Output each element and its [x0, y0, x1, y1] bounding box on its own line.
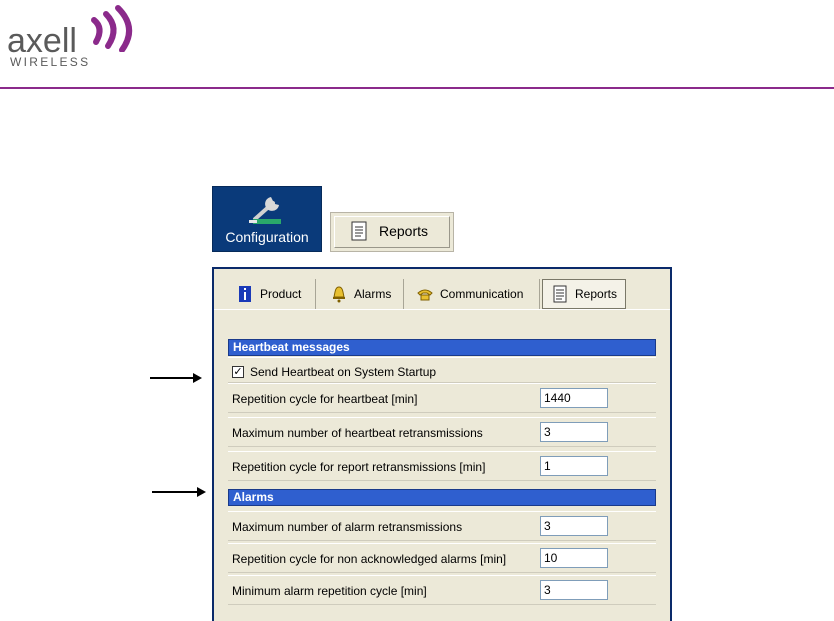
heartbeat-cycle-label: Repetition cycle for heartbeat [min]	[232, 392, 418, 406]
header-divider	[0, 87, 834, 89]
alarm-retransmissions-label: Maximum number of alarm retransmissions	[232, 520, 463, 534]
logo-mark-icon	[91, 5, 132, 52]
tab-strip: Product Alarms Communication Reports	[218, 279, 668, 309]
heartbeat-retransmissions-label: Maximum number of heartbeat retransmissi…	[232, 426, 483, 440]
alarms-section-header: Alarms	[228, 489, 656, 506]
heartbeat-startup-row: ✓ Send Heartbeat on System Startup	[228, 357, 656, 383]
heartbeat-callout-arrow	[150, 373, 202, 383]
tab-alarms-label: Alarms	[354, 287, 392, 301]
reports-settings-panel: Product Alarms Communication Reports Hea…	[212, 267, 672, 621]
wrench-screwdriver-icon	[249, 197, 281, 224]
tab-product[interactable]: Product	[224, 279, 316, 309]
tab-product-label: Product	[260, 287, 302, 301]
report-retransmission-cycle-label: Repetition cycle for report retransmissi…	[232, 460, 486, 474]
min-alarm-cycle-input[interactable]	[540, 580, 608, 600]
report-document-icon	[351, 221, 367, 241]
non-ack-alarm-cycle-label: Repetition cycle for non acknowledged al…	[232, 552, 507, 566]
configuration-button[interactable]: Configuration	[212, 186, 322, 252]
phone-icon	[417, 289, 433, 301]
reports-button[interactable]: Reports	[330, 212, 454, 252]
alarms-callout-arrow	[152, 487, 206, 497]
non-ack-alarm-cycle-row: Repetition cycle for non acknowledged al…	[228, 543, 656, 573]
report-retransmission-cycle-input[interactable]	[540, 456, 608, 476]
alarm-retransmissions-input[interactable]	[540, 516, 608, 536]
tab-communication-label: Communication	[440, 287, 524, 301]
report-icon	[553, 285, 567, 303]
tab-strip-divider	[214, 309, 670, 310]
heartbeat-cycle-row: Repetition cycle for heartbeat [min]	[228, 383, 656, 413]
tab-reports[interactable]: Reports	[542, 279, 626, 309]
report-retransmission-cycle-row: Repetition cycle for report retransmissi…	[228, 451, 656, 481]
logo-brand-text: axell	[7, 22, 77, 60]
alarm-retransmissions-row: Maximum number of alarm retransmissions	[228, 511, 656, 541]
send-heartbeat-label: Send Heartbeat on System Startup	[250, 365, 437, 379]
reports-button-label: Reports	[379, 223, 429, 239]
tab-communication[interactable]: Communication	[406, 279, 540, 309]
logo-sub-text: WIRELESS	[10, 55, 91, 69]
min-alarm-cycle-row: Minimum alarm repetition cycle [min]	[228, 575, 656, 605]
send-heartbeat-checkbox[interactable]: ✓	[232, 366, 244, 378]
configuration-label: Configuration	[225, 229, 309, 245]
heartbeat-cycle-input[interactable]	[540, 388, 608, 408]
tab-reports-label: Reports	[575, 287, 618, 301]
tab-alarms[interactable]: Alarms	[318, 279, 404, 309]
heartbeat-retransmissions-row: Maximum number of heartbeat retransmissi…	[228, 417, 656, 447]
non-ack-alarm-cycle-input[interactable]	[540, 548, 608, 568]
heartbeat-retransmissions-input[interactable]	[540, 422, 608, 442]
min-alarm-cycle-label: Minimum alarm repetition cycle [min]	[232, 584, 427, 598]
axell-wireless-logo: axell WIRELESS	[4, 2, 144, 72]
info-icon	[239, 286, 251, 302]
bell-icon	[333, 286, 345, 303]
heartbeat-section-header: Heartbeat messages	[228, 339, 656, 356]
